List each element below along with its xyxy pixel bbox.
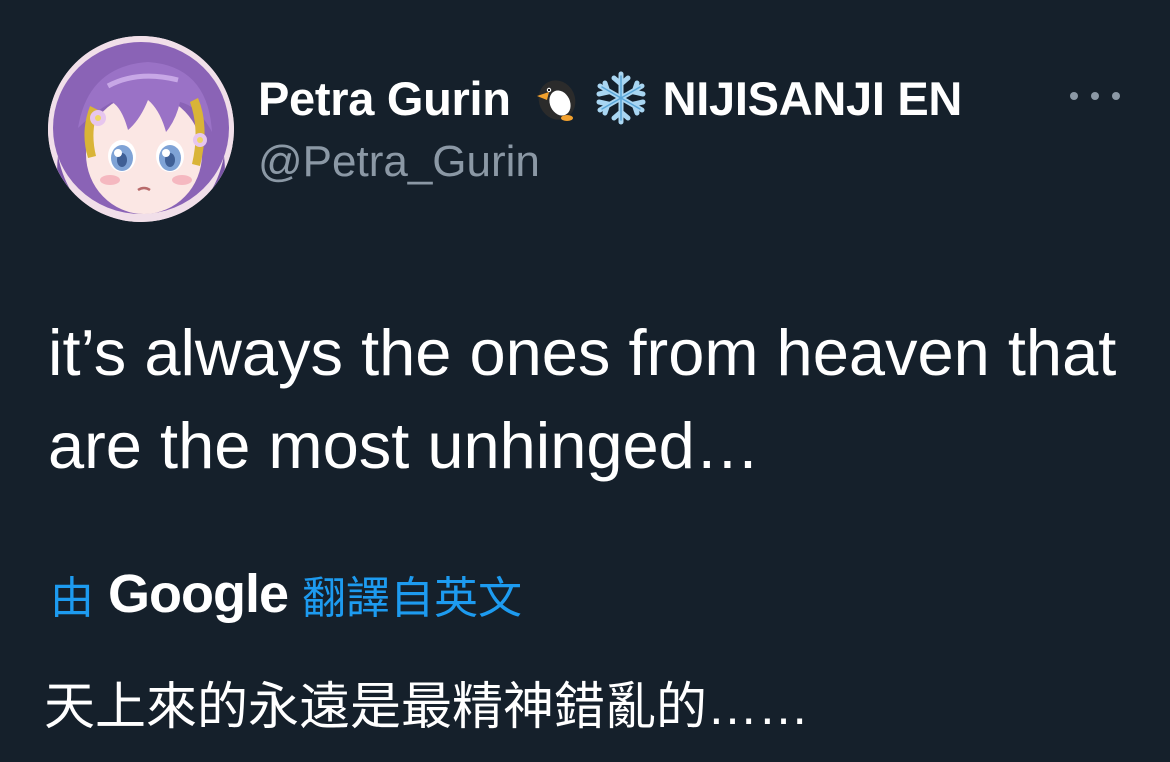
tweet-card: Petra Gurin NIJISANJI EN @Petra_Gurin it… [0,0,1170,762]
translated-text: 天上來的永遠是最精神錯亂的…… [44,678,810,735]
author-name-row[interactable]: Petra Gurin NIJISANJI EN [258,70,962,126]
google-logo[interactable]: Google [108,563,289,625]
more-options-icon[interactable] [1070,84,1120,108]
author-handle[interactable]: @Petra_Gurin [258,137,540,187]
translation-attribution[interactable]: 由 Google 翻譯自英文 [50,562,522,626]
snowflake-icon [593,70,649,126]
author-affiliation[interactable]: NIJISANJI EN [663,71,963,126]
avatar-illustration [48,36,234,222]
author-display-name[interactable]: Petra Gurin [258,71,511,126]
translation-source-label[interactable]: 翻譯自英文 [302,562,522,626]
more-dot [1091,92,1099,100]
translation-by-label: 由 [50,574,94,623]
penguin-icon [527,70,583,126]
avatar[interactable] [48,36,234,222]
more-dot [1070,92,1078,100]
more-dot [1112,92,1120,100]
tweet-text: it’s always the ones from heaven that ar… [48,316,1117,482]
